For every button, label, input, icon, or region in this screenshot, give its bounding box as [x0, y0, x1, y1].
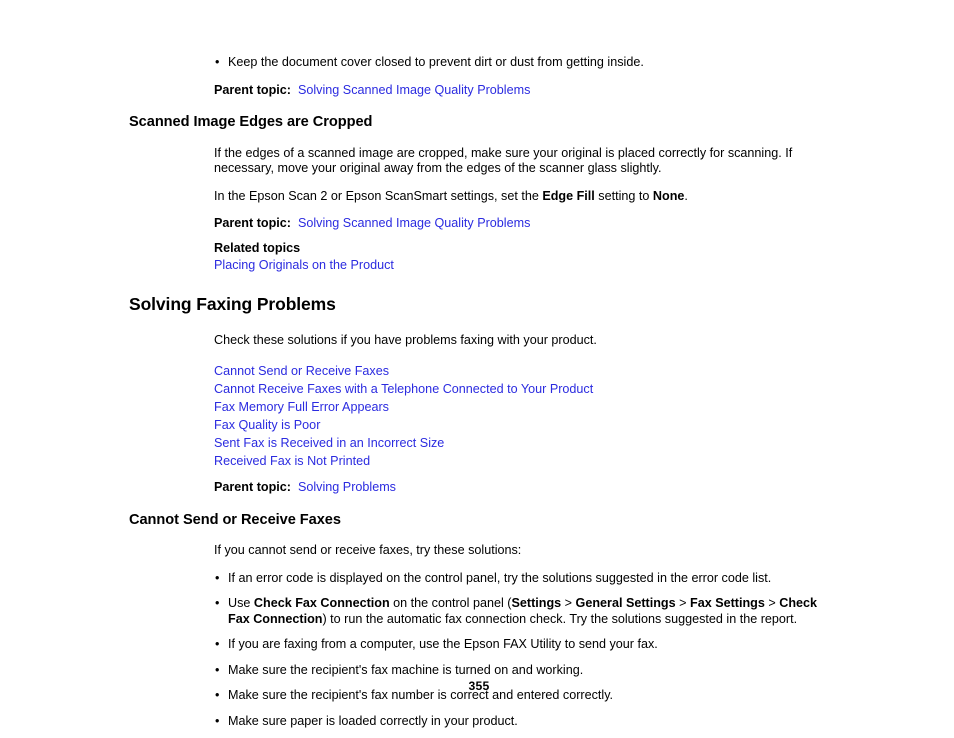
b2-part5: > — [764, 596, 780, 610]
bullet-glyph-icon: • — [215, 637, 220, 651]
faxing-parent-topic-link[interactable]: Solving Problems — [298, 480, 396, 494]
faxing-intro-paragraph: Check these solutions if you have proble… — [214, 332, 597, 347]
topic-link-sent-fax-incorrect-size[interactable]: Sent Fax is Received in an Incorrect Siz… — [214, 434, 954, 452]
topic-link-cannot-send-or-receive-faxes[interactable]: Cannot Send or Receive Faxes — [214, 362, 954, 380]
b2-part2: on the control panel ( — [389, 596, 512, 610]
bullet-glyph-icon: • — [215, 596, 220, 610]
related-topics-label: Related topics — [214, 240, 301, 255]
cropped-p2-bold-edge-fill: Edge Fill — [542, 188, 595, 203]
parent-topic-label: Parent topic: — [214, 480, 291, 494]
cropped-parent-topic-row: Parent topic: Solving Scanned Image Qual… — [214, 216, 954, 232]
document-page: • Keep the document cover closed to prev… — [0, 0, 954, 738]
b2-bold-settings: Settings — [511, 596, 562, 610]
related-topic-link-placing-originals[interactable]: Placing Originals on the Product — [214, 256, 954, 274]
list-item-text: If an error code is displayed on the con… — [228, 570, 772, 585]
list-item-text: Keep the document cover closed to preven… — [228, 55, 644, 69]
cannot-send-solutions-list: • If an error code is displayed on the c… — [214, 571, 954, 730]
list-item: • If you are faxing from a computer, use… — [214, 637, 818, 653]
faxing-parent-topic-row: Parent topic: Solving Problems — [214, 480, 954, 496]
b2-part6: ) to run the automatic fax connection ch… — [322, 611, 798, 626]
list-item: • Make sure the recipient's fax machine … — [214, 663, 818, 679]
topic-link-fax-memory-full-error[interactable]: Fax Memory Full Error Appears — [214, 398, 954, 416]
top-section-bullets: • Keep the document cover closed to prev… — [214, 55, 954, 71]
b2-bold-check-fax-connection-1: Check Fax Connection — [253, 596, 390, 610]
heading-solving-faxing-problems: Solving Faxing Problems — [129, 293, 336, 314]
page-number: 355 — [468, 679, 490, 693]
heading-cannot-send-or-receive-faxes: Cannot Send or Receive Faxes — [129, 511, 341, 528]
faxing-topic-links: Cannot Send or Receive Faxes Cannot Rece… — [214, 362, 954, 470]
cannot-send-intro-paragraph: If you cannot send or receive faxes, try… — [214, 543, 522, 557]
list-item-text: Use Check Fax Connection on the control … — [228, 596, 817, 626]
bullet-glyph-icon: • — [215, 662, 220, 677]
b2-part1: Use — [228, 596, 254, 610]
bullet-glyph-icon: • — [215, 713, 220, 728]
list-item-text: Make sure paper is loaded correctly in y… — [228, 713, 518, 728]
cropped-p2-part3: . — [684, 188, 688, 203]
cropped-parent-topic-link[interactable]: Solving Scanned Image Quality Problems — [298, 216, 530, 230]
b2-bold-fax-settings: Fax Settings — [690, 596, 765, 610]
list-item: • If an error code is displayed on the c… — [214, 571, 818, 587]
b2-part3: > — [561, 596, 576, 610]
parent-topic-row: Parent topic: Solving Scanned Image Qual… — [214, 83, 954, 99]
b2-bold-general-settings: General Settings — [575, 596, 676, 610]
topic-link-cannot-receive-faxes-with-telephone[interactable]: Cannot Receive Faxes with a Telephone Co… — [214, 380, 954, 398]
heading-scanned-image-edges-are-cropped: Scanned Image Edges are Cropped — [129, 114, 373, 130]
b2-part4: > — [675, 596, 690, 610]
bullet-glyph-icon: • — [215, 570, 220, 585]
cropped-p2-bold-none: None — [652, 188, 685, 203]
cropped-p2-part1: In the Epson Scan 2 or Epson ScanSmart s… — [214, 188, 543, 203]
list-item-text: If you are faxing from a computer, use t… — [228, 637, 658, 651]
list-item: • Use Check Fax Connection on the control… — [214, 596, 818, 627]
topic-link-fax-quality-is-poor[interactable]: Fax Quality is Poor — [214, 416, 954, 434]
parent-topic-link[interactable]: Solving Scanned Image Quality Problems — [298, 83, 530, 97]
parent-topic-label: Parent topic: — [214, 216, 291, 230]
related-topics-list: Placing Originals on the Product — [214, 256, 954, 274]
topic-link-received-fax-not-printed[interactable]: Received Fax is Not Printed — [214, 452, 954, 470]
bullet-glyph-icon: • — [215, 55, 220, 69]
parent-topic-label: Parent topic: — [214, 82, 291, 97]
cropped-paragraph-2: In the Epson Scan 2 or Epson ScanSmart s… — [214, 189, 818, 205]
list-item-text: Make sure the recipient's fax machine is… — [228, 662, 584, 677]
list-item: • Make sure paper is loaded correctly in… — [214, 714, 818, 730]
cropped-p2-part2: setting to — [594, 188, 653, 203]
cropped-paragraph-1: If the edges of a scanned image are crop… — [214, 145, 793, 176]
list-item: • Keep the document cover closed to prev… — [214, 55, 818, 71]
